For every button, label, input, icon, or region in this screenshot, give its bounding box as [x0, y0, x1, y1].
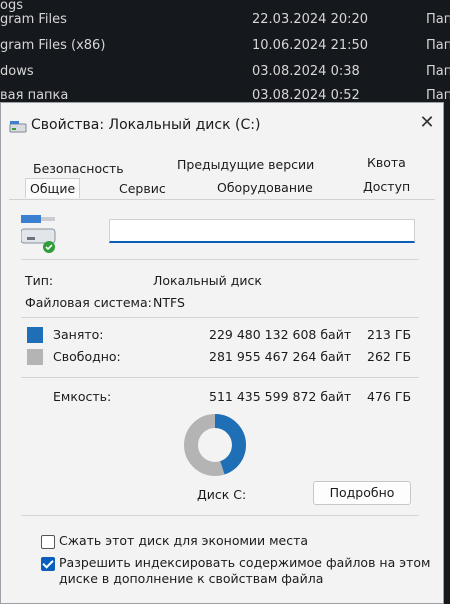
list-item[interactable]: dows 03.08.2024 0:38 Пап: [0, 60, 450, 86]
separator: [21, 259, 419, 260]
index-label-line1: Разрешить индексировать содержимое файло…: [59, 555, 431, 570]
list-item[interactable]: gram Files 22.03.2024 20:20 Пап: [0, 8, 450, 34]
folder-name: gram Files (x86): [0, 38, 106, 53]
close-button[interactable]: ✕: [411, 109, 443, 137]
tab-security[interactable]: Безопасность: [29, 159, 128, 178]
drive-check-icon: [21, 215, 56, 253]
free-space-size: 262 ГБ: [367, 349, 412, 364]
used-space-swatch: [27, 327, 43, 343]
tabs-divider: [9, 199, 435, 200]
folder-type: Пап: [426, 64, 450, 79]
folder-type: Пап: [426, 12, 450, 27]
close-icon: ✕: [419, 112, 435, 133]
tab-general[interactable]: Общие: [25, 178, 81, 198]
tab-hardware[interactable]: Оборудование: [213, 178, 317, 197]
capacity-bytes: 511 435 599 872 байт: [209, 389, 352, 404]
used-space-bytes: 229 480 132 608 байт: [209, 327, 352, 342]
used-space-size: 213 ГБ: [367, 327, 412, 342]
disk-label: Диск C:: [197, 487, 247, 502]
background-explorer-list: ogs gram Files 22.03.2024 20:20 Пап gram…: [0, 0, 450, 110]
tab-quota[interactable]: Квота: [363, 153, 410, 172]
capacity-label: Емкость:: [53, 389, 112, 404]
dialog-title: Свойства: Локальный диск (C:): [31, 117, 261, 133]
compress-checkbox[interactable]: [41, 535, 55, 549]
type-label: Тип:: [25, 273, 54, 288]
free-space-bytes: 281 955 467 264 байт: [209, 349, 352, 364]
free-space-label: Свободно:: [53, 349, 121, 364]
folder-date: 10.06.2024 21:50: [252, 38, 369, 53]
folder-date: 03.08.2024 0:38: [252, 64, 360, 79]
index-label-line2: диске в дополнение к свойствам файла: [59, 571, 324, 586]
tab-previous-versions[interactable]: Предыдущие версии: [173, 155, 318, 174]
folder-date: 03.08.2024 0:52: [252, 88, 360, 103]
list-item[interactable]: gram Files (x86) 10.06.2024 21:50 Пап: [0, 34, 450, 60]
type-value: Локальный диск: [153, 273, 262, 288]
folder-type: Пап: [426, 88, 450, 103]
disk-usage-donut: [184, 414, 246, 476]
index-checkbox[interactable]: [41, 557, 55, 571]
properties-dialog: Свойства: Локальный диск (C:) ✕ Безопасн…: [0, 102, 444, 604]
separator: [21, 515, 419, 516]
title-bar[interactable]: Свойства: Локальный диск (C:) ✕: [1, 103, 443, 147]
folder-name: gram Files: [0, 12, 67, 27]
tab-service[interactable]: Сервис: [115, 179, 170, 198]
drive-icon: [9, 121, 27, 133]
folder-name: dows: [0, 64, 34, 79]
separator: [21, 317, 419, 318]
capacity-size: 476 ГБ: [367, 389, 412, 404]
separator: [21, 377, 419, 378]
free-space-swatch: [27, 349, 43, 365]
used-space-label: Занято:: [53, 327, 104, 342]
file-system-label: Файловая система:: [25, 295, 152, 310]
folder-name: вая папка: [0, 88, 69, 103]
folder-type: Пап: [426, 38, 450, 53]
drive-name-input[interactable]: [109, 219, 415, 243]
compress-label: Сжать этот диск для экономии места: [59, 533, 309, 548]
file-system-value: NTFS: [153, 295, 185, 310]
tab-sharing[interactable]: Доступ: [359, 177, 414, 196]
details-button[interactable]: Подробно: [313, 481, 411, 505]
folder-date: 22.03.2024 20:20: [252, 12, 369, 27]
